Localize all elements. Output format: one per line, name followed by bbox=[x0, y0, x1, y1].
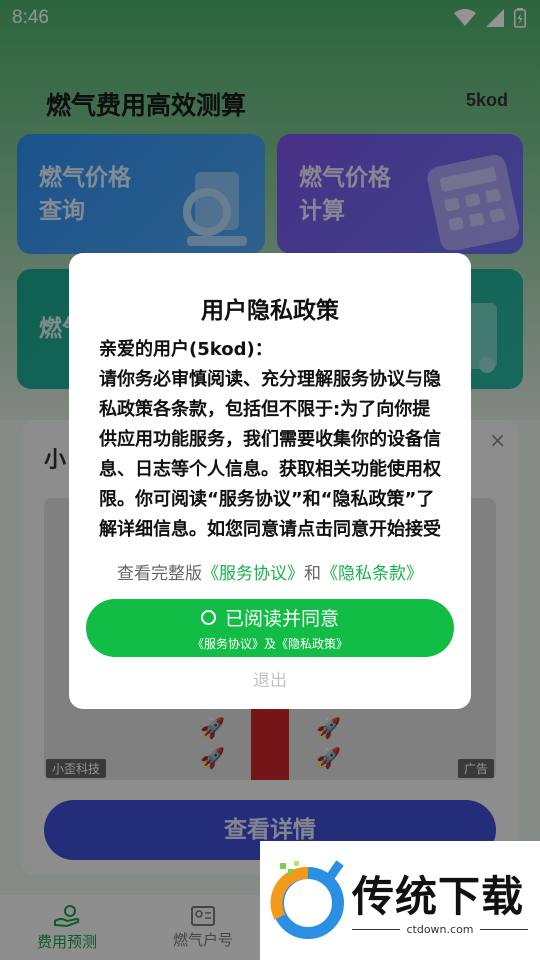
agree-main: 已阅读并同意 bbox=[86, 604, 454, 631]
dialog-links: 查看完整版《服务协议》和《隐私条款》 bbox=[69, 559, 471, 584]
exit-button[interactable]: 退出 bbox=[69, 666, 471, 691]
service-agreement-link[interactable]: 《服务协议》 bbox=[202, 564, 304, 584]
privacy-terms-link[interactable]: 《隐私条款》 bbox=[321, 564, 423, 584]
privacy-policy-dialog: 用户隐私政策 亲爱的用户(5kod)： 请你务必审慎阅读、充分理解服务协议与隐私… bbox=[69, 253, 471, 709]
links-prefix: 查看完整版 bbox=[117, 564, 202, 584]
circle-icon bbox=[200, 610, 216, 625]
dialog-body[interactable]: 亲爱的用户(5kod)： 请你务必审慎阅读、充分理解服务协议与隐私政策各条款，包… bbox=[99, 335, 445, 540]
agree-button[interactable]: 已阅读并同意 《服务协议》及《隐私政策》 bbox=[86, 599, 454, 657]
watermark: 传统下载 ctdown.com bbox=[260, 841, 540, 960]
dialog-title: 用户隐私政策 bbox=[201, 298, 339, 324]
ctdown-logo-icon bbox=[270, 860, 344, 939]
dialog-greeting: 亲爱的用户(5kod)： bbox=[99, 339, 273, 360]
links-and: 和 bbox=[304, 564, 321, 584]
agree-sublabel: 《服务协议》及《隐私政策》 bbox=[191, 637, 348, 651]
watermark-name: 传统下载 bbox=[352, 872, 525, 921]
watermark-url-text: ctdown.com bbox=[406, 923, 474, 936]
watermark-url: ctdown.com bbox=[352, 923, 528, 936]
agree-label: 已阅读并同意 bbox=[224, 608, 339, 630]
dialog-body-text: 请你务必审慎阅读、充分理解服务协议与隐私政策各条款，包括但不限于:为了向你提供应… bbox=[99, 369, 441, 540]
